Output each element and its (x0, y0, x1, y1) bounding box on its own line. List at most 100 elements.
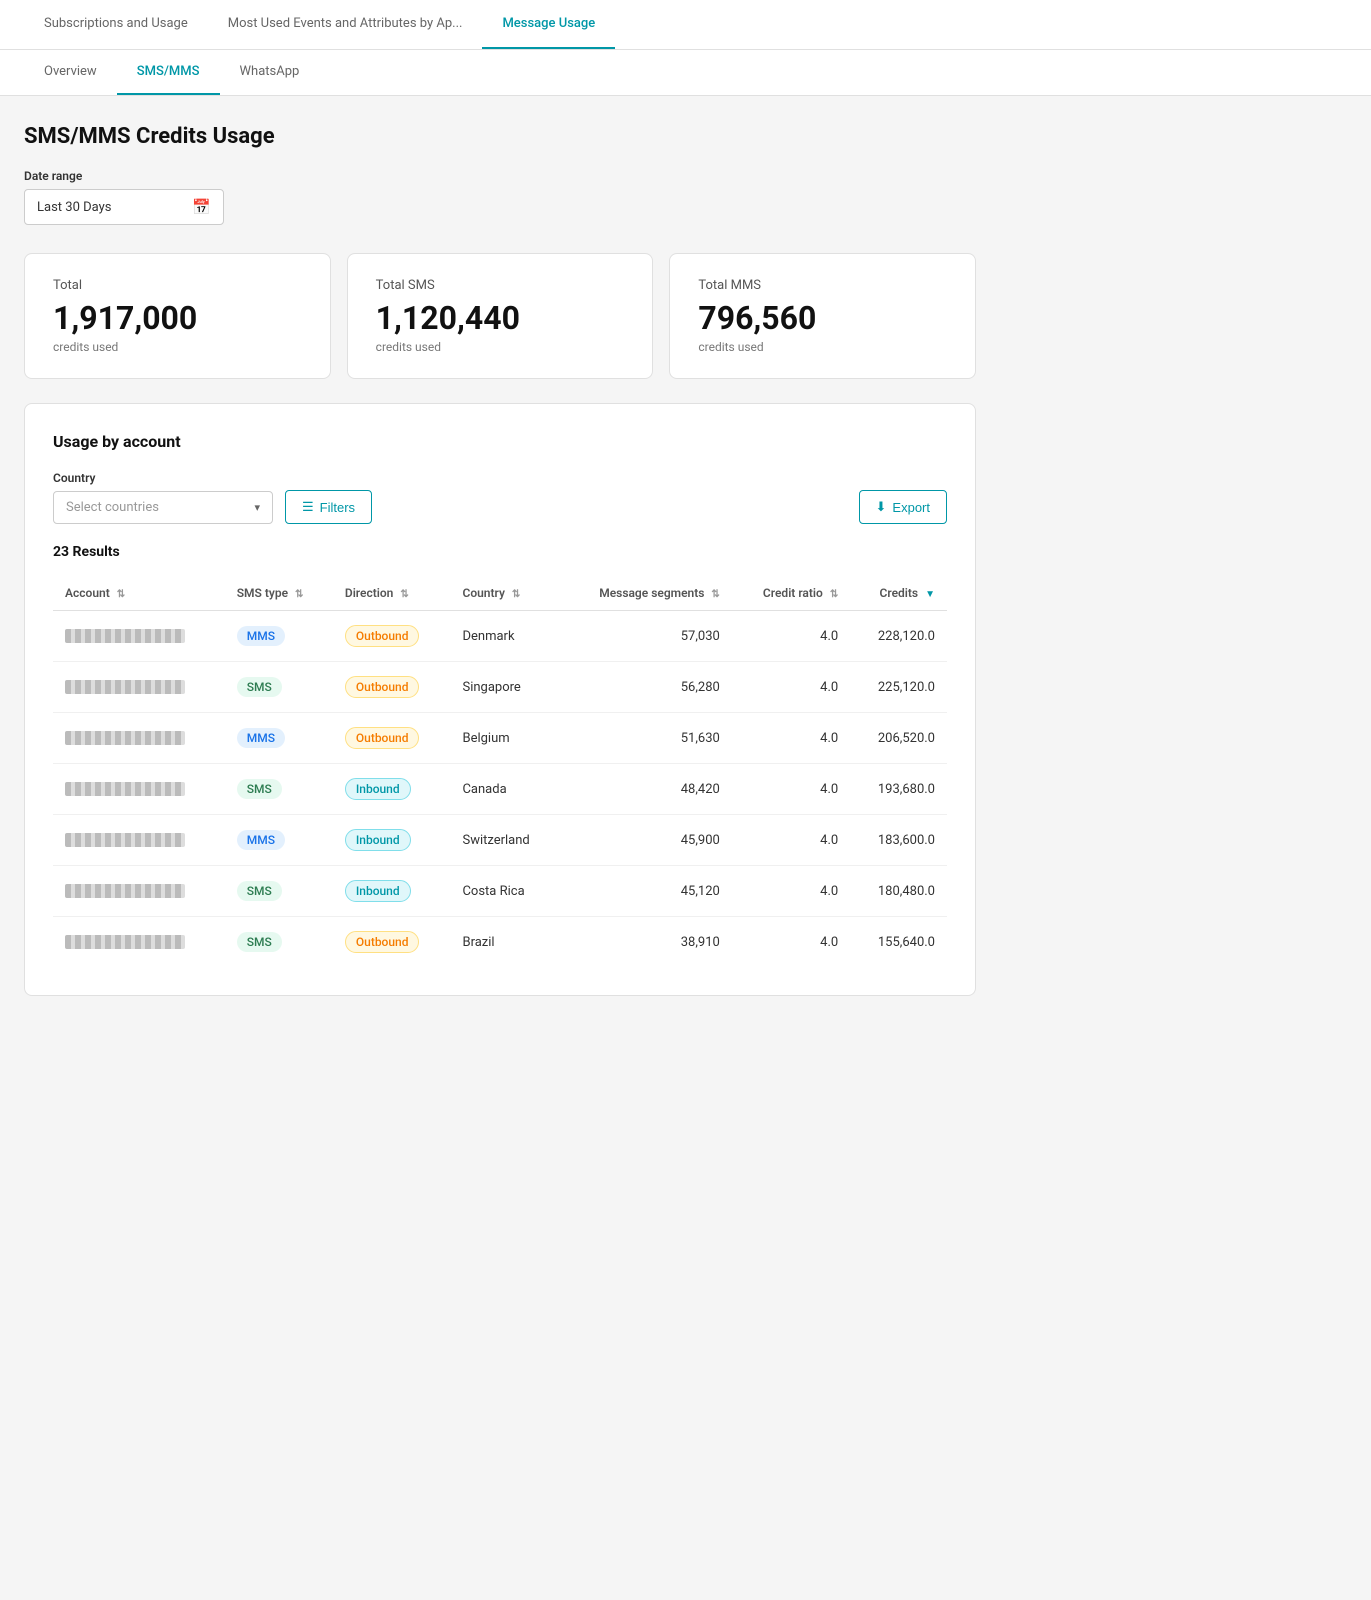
calendar-icon: 📅 (192, 198, 211, 216)
cell-account (53, 866, 225, 917)
cell-segments: 56,280 (559, 662, 731, 713)
cell-credit-ratio: 4.0 (732, 866, 850, 917)
date-range-value: Last 30 Days (37, 200, 111, 215)
direction-badge: Outbound (345, 676, 420, 698)
cell-country: Belgium (450, 713, 559, 764)
date-range-picker[interactable]: Last 30 Days 📅 (24, 189, 224, 225)
account-name-blur (65, 629, 185, 643)
stat-label-mms: Total MMS (698, 278, 947, 293)
cell-country: Brazil (450, 917, 559, 968)
account-name-blur (65, 731, 185, 745)
th-account[interactable]: Account ⇅ (53, 576, 225, 611)
stat-card-mms: Total MMS 796,560 credits used (669, 253, 976, 379)
cell-segments: 57,030 (559, 611, 731, 662)
th-smstype[interactable]: SMS type ⇅ (225, 576, 333, 611)
stat-sub-sms: credits used (376, 340, 625, 354)
top-navigation: Subscriptions and Usage Most Used Events… (0, 0, 1371, 50)
cell-credits: 228,120.0 (850, 611, 947, 662)
cell-direction: Inbound (333, 815, 451, 866)
table-header-row: Account ⇅ SMS type ⇅ Direction ⇅ Country… (53, 576, 947, 611)
sort-icon-direction: ⇅ (400, 589, 408, 600)
sort-icon-smstype: ⇅ (295, 589, 303, 600)
cell-smstype: SMS (225, 866, 333, 917)
download-icon: ⬇ (876, 499, 887, 515)
filters-row: Country Select countries ▾ ☰ Filters ⬇ E… (53, 471, 947, 524)
country-placeholder: Select countries (66, 500, 159, 515)
direction-badge: Inbound (345, 880, 411, 902)
cell-credit-ratio: 4.0 (732, 713, 850, 764)
stat-sub-mms: credits used (698, 340, 947, 354)
account-name-blur (65, 782, 185, 796)
cell-credits: 225,120.0 (850, 662, 947, 713)
direction-badge: Inbound (345, 829, 411, 851)
cell-direction: Outbound (333, 662, 451, 713)
cell-segments: 45,900 (559, 815, 731, 866)
usage-section: Usage by account Country Select countrie… (24, 403, 976, 996)
sub-navigation: Overview SMS/MMS WhatsApp (0, 50, 1371, 96)
subtab-whatsapp[interactable]: WhatsApp (220, 50, 320, 95)
cell-country: Singapore (450, 662, 559, 713)
cell-smstype: MMS (225, 815, 333, 866)
tab-subscriptions[interactable]: Subscriptions and Usage (24, 0, 208, 49)
account-name-blur (65, 680, 185, 694)
cell-smstype: SMS (225, 764, 333, 815)
table-row: MMS Inbound Switzerland 45,900 4.0 183,6… (53, 815, 947, 866)
th-credit-ratio[interactable]: Credit ratio ⇅ (732, 576, 850, 611)
th-direction[interactable]: Direction ⇅ (333, 576, 451, 611)
sort-icon-credit-ratio: ⇅ (830, 589, 838, 600)
cell-country: Denmark (450, 611, 559, 662)
cell-credits: 183,600.0 (850, 815, 947, 866)
sort-icon-country: ⇅ (512, 589, 520, 600)
account-name-blur (65, 833, 185, 847)
th-segments[interactable]: Message segments ⇅ (559, 576, 731, 611)
stat-value-sms: 1,120,440 (376, 301, 625, 336)
filter-icon: ☰ (302, 499, 314, 515)
cell-country: Switzerland (450, 815, 559, 866)
cell-country: Canada (450, 764, 559, 815)
cell-account (53, 713, 225, 764)
results-count: 23 Results (53, 544, 947, 560)
cell-segments: 48,420 (559, 764, 731, 815)
usage-table: Account ⇅ SMS type ⇅ Direction ⇅ Country… (53, 576, 947, 967)
cell-smstype: MMS (225, 713, 333, 764)
export-button[interactable]: ⬇ Export (859, 490, 947, 524)
subtab-smsmms[interactable]: SMS/MMS (117, 50, 220, 95)
cell-smstype: MMS (225, 611, 333, 662)
tab-events[interactable]: Most Used Events and Attributes by Ap... (208, 0, 483, 49)
subtab-overview[interactable]: Overview (24, 50, 117, 95)
smstype-badge: SMS (237, 881, 282, 901)
table-row: SMS Outbound Singapore 56,280 4.0 225,12… (53, 662, 947, 713)
th-country[interactable]: Country ⇅ (450, 576, 559, 611)
cell-country: Costa Rica (450, 866, 559, 917)
smstype-badge: SMS (237, 677, 282, 697)
smstype-badge: MMS (237, 626, 285, 646)
cell-account (53, 815, 225, 866)
stat-sub-total: credits used (53, 340, 302, 354)
direction-badge: Outbound (345, 931, 420, 953)
cell-direction: Outbound (333, 713, 451, 764)
cell-smstype: SMS (225, 917, 333, 968)
cell-credits: 180,480.0 (850, 866, 947, 917)
cell-account (53, 917, 225, 968)
table-row: MMS Outbound Belgium 51,630 4.0 206,520.… (53, 713, 947, 764)
cell-direction: Outbound (333, 917, 451, 968)
country-select[interactable]: Select countries ▾ (53, 491, 273, 524)
main-content: SMS/MMS Credits Usage Date range Last 30… (0, 96, 1000, 1024)
smstype-badge: SMS (237, 779, 282, 799)
cell-credit-ratio: 4.0 (732, 611, 850, 662)
th-credits[interactable]: Credits ▼ (850, 576, 947, 611)
direction-badge: Inbound (345, 778, 411, 800)
country-filter: Country Select countries ▾ (53, 471, 273, 524)
stat-card-sms: Total SMS 1,120,440 credits used (347, 253, 654, 379)
cell-smstype: SMS (225, 662, 333, 713)
cell-credit-ratio: 4.0 (732, 917, 850, 968)
table-row: MMS Outbound Denmark 57,030 4.0 228,120.… (53, 611, 947, 662)
cell-direction: Outbound (333, 611, 451, 662)
chevron-down-icon: ▾ (254, 501, 260, 514)
tab-message-usage[interactable]: Message Usage (482, 0, 615, 49)
filters-button[interactable]: ☰ Filters (285, 490, 372, 524)
cell-credit-ratio: 4.0 (732, 815, 850, 866)
section-title: Usage by account (53, 432, 947, 451)
export-button-label: Export (892, 500, 930, 515)
direction-badge: Outbound (345, 625, 420, 647)
